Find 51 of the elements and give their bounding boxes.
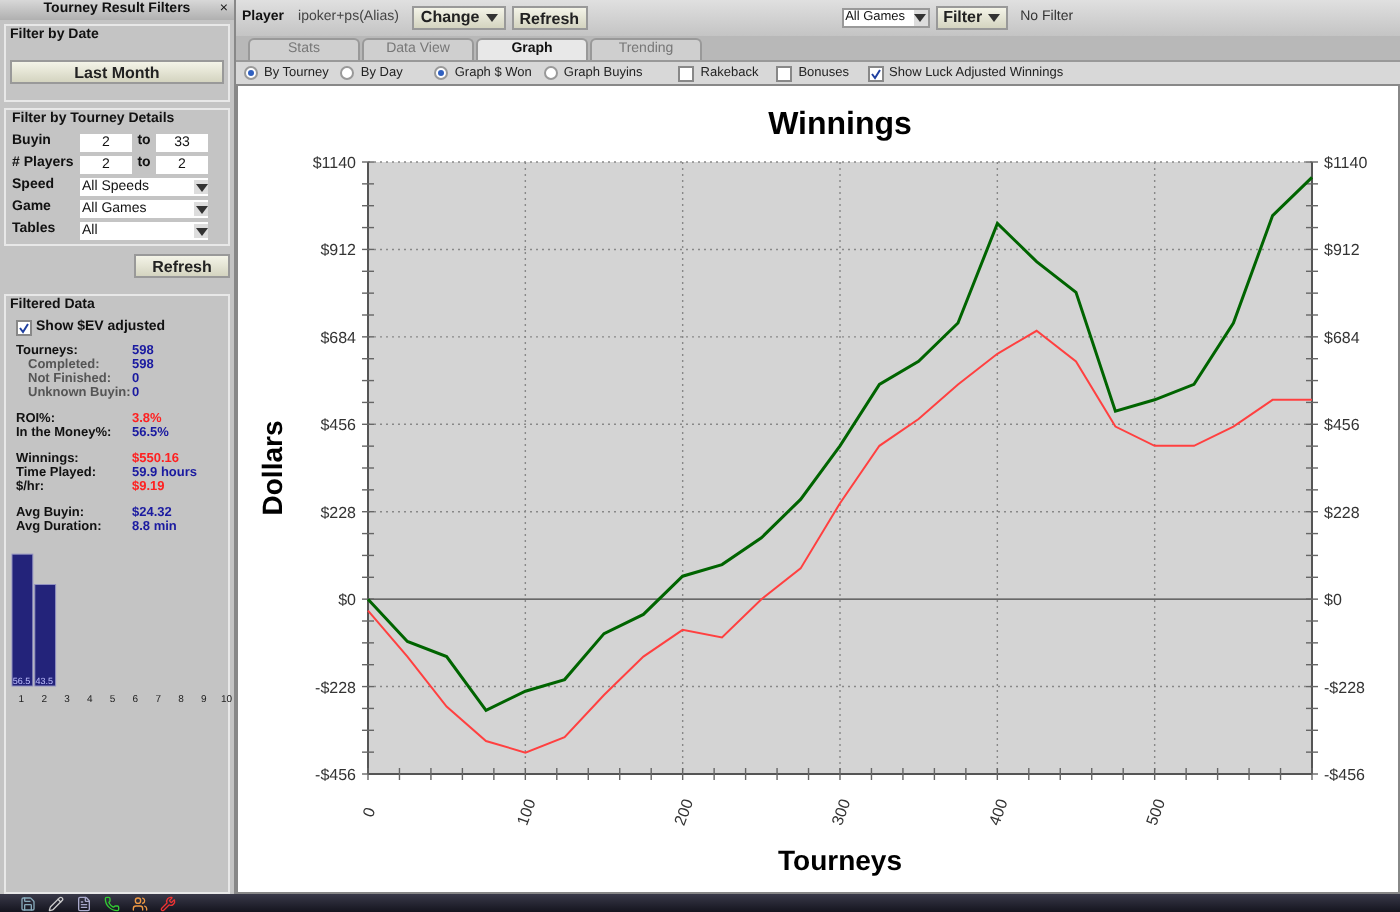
chart-title: Winnings <box>768 108 912 142</box>
checkbox[interactable] <box>678 65 695 81</box>
caret-icon <box>195 183 207 191</box>
y-tick-label: $1140 <box>312 154 356 172</box>
document-icon[interactable] <box>76 895 92 911</box>
checkbox[interactable] <box>16 320 32 337</box>
y-tick-label: $456 <box>320 416 356 435</box>
refresh-button[interactable]: Refresh <box>134 254 230 278</box>
checkbox[interactable] <box>776 65 793 81</box>
y-tick-label: -$228 <box>1324 678 1365 697</box>
y-tick-label: -$456 <box>1324 766 1365 784</box>
y-tick-label: -$228 <box>315 678 356 697</box>
caret-icon <box>988 14 1001 22</box>
y-tick-label: $0 <box>338 591 356 610</box>
pencil-icon[interactable] <box>48 895 64 911</box>
y-tick-label: -$456 <box>315 766 356 784</box>
x-tick-label: 0 <box>359 805 380 820</box>
y-tick-label: $912 <box>320 241 356 260</box>
radio-button[interactable] <box>244 66 258 80</box>
y-tick-label: $228 <box>1324 503 1360 522</box>
checkbox[interactable] <box>867 65 883 81</box>
refresh-button[interactable]: Refresh <box>511 6 588 30</box>
histogram-bar <box>34 583 57 686</box>
y-tick-label: $228 <box>320 503 356 522</box>
change-button[interactable]: Change <box>412 6 506 30</box>
x-axis-title: Tourneys <box>778 844 902 876</box>
caret-icon <box>195 227 207 235</box>
people-icon[interactable] <box>132 895 148 911</box>
y-axis-title: Dollars <box>256 420 288 516</box>
radio-button[interactable] <box>340 66 355 80</box>
y-tick-label: $684 <box>320 328 356 347</box>
y-tick-label: $0 <box>1324 591 1342 610</box>
x-tick-label: 100 <box>513 796 540 828</box>
x-tick-label: 200 <box>670 796 697 828</box>
x-tick-label: 500 <box>1142 796 1169 828</box>
caret-icon <box>914 14 927 22</box>
caret-icon <box>195 205 207 213</box>
y-tick-label: $1140 <box>1324 154 1368 172</box>
y-tick-label: $456 <box>1324 416 1360 435</box>
histogram-bar <box>11 552 34 686</box>
wrench-icon[interactable] <box>160 895 176 911</box>
y-tick-label: $912 <box>1324 241 1360 260</box>
radio-button[interactable] <box>434 66 449 80</box>
x-tick-label: 300 <box>828 796 855 828</box>
x-tick-label: 400 <box>985 796 1012 828</box>
y-tick-label: $684 <box>1324 328 1360 347</box>
filter-button[interactable]: Filter <box>935 6 1009 30</box>
phone-icon[interactable] <box>104 895 120 911</box>
last-month-button[interactable]: Last Month <box>10 60 224 84</box>
caret-icon <box>485 14 498 22</box>
radio-button[interactable] <box>543 66 558 80</box>
